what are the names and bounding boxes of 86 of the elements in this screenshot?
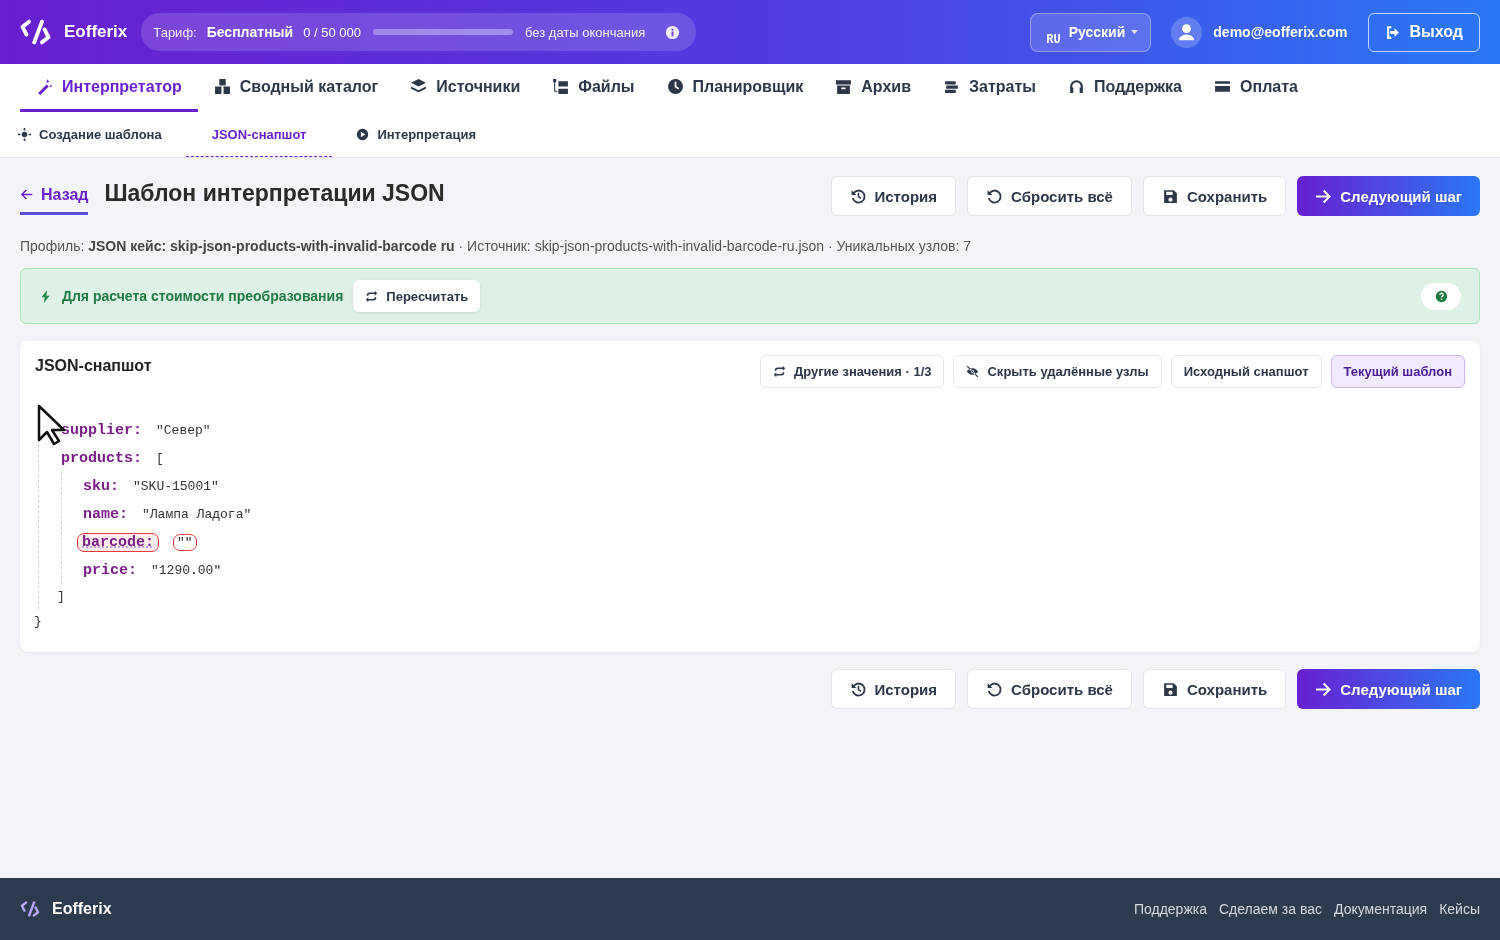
json-value: "Лампа Ладога" — [142, 506, 252, 522]
arrow-right-icon — [1315, 187, 1333, 205]
json-key[interactable]: price: — [83, 561, 137, 579]
user-email[interactable]: demo@eofferix.com — [1213, 24, 1348, 40]
nav-tab[interactable]: Файлы — [536, 64, 651, 112]
credit-card-icon — [1214, 78, 1231, 95]
clock-icon — [666, 78, 684, 95]
json-key[interactable]: sku: — [83, 477, 119, 495]
wand-icon — [36, 78, 53, 95]
undo-icon — [986, 680, 1004, 698]
toolbar-button[interactable]: Скрыть удалённые узлы — [953, 355, 1162, 388]
footer-link[interactable]: Документация — [1334, 901, 1428, 917]
nav-tab[interactable]: Планировщик — [650, 64, 820, 112]
toolbar-button[interactable]: Текущий шаблон — [1330, 355, 1465, 388]
usage-count: 0 / 50 000 — [303, 24, 361, 40]
save-icon — [1161, 187, 1179, 205]
json-key[interactable]: products: — [61, 449, 142, 467]
nav-tab[interactable]: Источники — [394, 64, 537, 112]
toolbar-button[interactable]: Исходный снапшот — [1170, 355, 1322, 388]
history-icon — [849, 680, 867, 698]
plan-label: Тариф: — [153, 24, 197, 40]
toolbar-button[interactable]: Другие значения · 1/3 — [759, 355, 945, 388]
user-avatar-icon — [1171, 16, 1203, 48]
card-title: JSON-снапшот — [35, 357, 152, 375]
logout-button[interactable]: Выход — [1367, 12, 1480, 52]
action-button[interactable]: Сбросить всё — [967, 176, 1132, 216]
json-key[interactable]: supplier: — [61, 421, 142, 439]
lightning-icon — [39, 289, 52, 303]
action-button[interactable]: Сбросить всё — [967, 669, 1132, 709]
save-icon — [1161, 680, 1179, 698]
profile-info: Профиль: JSON кейс: skip-json-products-with-invalid-barcode ru · Источник: skip-json-products-with-invalid-barcode-ru.json · Уникальных узлов: 7 — [20, 238, 973, 254]
step-tab[interactable]: JSON-снапшот — [185, 112, 333, 157]
help-button[interactable] — [1421, 282, 1461, 310]
json-value: "Север" — [156, 422, 211, 438]
notice-text: Для расчета стоимости преобразования — [62, 288, 344, 304]
next-step-button[interactable]: Следующий шаг — [1297, 176, 1480, 216]
nav-tab[interactable]: Оплата — [1198, 64, 1314, 112]
help-icon — [1434, 289, 1448, 303]
nav-tab[interactable]: Архив — [819, 64, 927, 112]
history-icon — [849, 187, 867, 205]
refresh-icon — [365, 289, 379, 303]
logout-icon — [1384, 23, 1402, 41]
info-icon[interactable] — [665, 24, 681, 40]
step-tab[interactable]: Интерпретация — [356, 112, 503, 157]
json-bracket: } — [34, 614, 42, 629]
footer-link[interactable]: Поддержка — [1133, 901, 1207, 917]
json-value: "" — [173, 533, 197, 551]
json-value: "1290.00" — [151, 562, 222, 578]
folder-tree-icon — [552, 78, 570, 95]
nav-tab[interactable]: Сводный каталог — [197, 64, 395, 112]
footer-link[interactable]: Сделаем за вас — [1219, 901, 1322, 917]
arrow-left-icon — [20, 188, 33, 201]
json-bracket: ] — [57, 589, 65, 604]
nav-tab[interactable]: Затраты — [927, 64, 1052, 112]
repeat-icon — [772, 365, 786, 378]
plan-name: Бесплатный — [206, 24, 294, 40]
arrow-right-icon — [1315, 680, 1333, 698]
footer-brand: Eofferix — [52, 900, 112, 918]
archive-icon — [835, 78, 853, 95]
footer-link[interactable]: Кейсы — [1439, 901, 1480, 917]
json-key[interactable]: name: — [83, 505, 128, 523]
action-button[interactable]: История — [830, 669, 957, 709]
step-tab[interactable]: Создание шаблона — [18, 112, 188, 157]
json-key[interactable]: barcode: — [77, 532, 159, 552]
nav-tab[interactable]: Поддержка — [1051, 64, 1198, 112]
brand-name: Eofferix — [64, 22, 128, 42]
logo-icon — [20, 19, 51, 45]
undo-icon — [986, 187, 1004, 205]
caret-icon — [1131, 29, 1139, 35]
recalculate-button[interactable]: Пересчитать — [353, 280, 481, 312]
play-icon — [356, 128, 370, 141]
json-value: [ — [156, 450, 164, 466]
action-button[interactable]: Сохранить — [1142, 176, 1287, 216]
action-button[interactable]: История — [830, 176, 957, 216]
eye-off-icon — [966, 365, 980, 378]
back-link[interactable]: Назад — [20, 185, 89, 215]
json-value: "SKU-15001" — [133, 478, 219, 494]
next-step-button[interactable]: Следующий шаг — [1297, 669, 1480, 709]
language-select[interactable]: RU Русский — [1030, 12, 1152, 52]
action-button[interactable]: Сохранить — [1142, 669, 1287, 709]
layers-icon — [410, 78, 428, 95]
headset-icon — [1067, 78, 1085, 95]
boxes-icon — [213, 78, 231, 95]
page-title: Шаблон интерпретации JSON — [104, 179, 445, 207]
logo-icon — [20, 901, 40, 917]
plan-expiry: без даты окончания — [525, 24, 646, 40]
